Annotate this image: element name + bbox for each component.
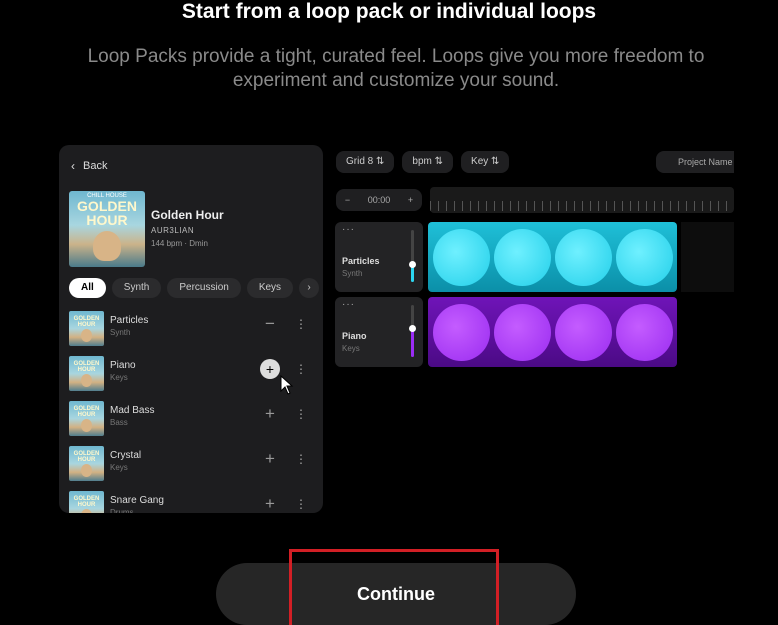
loop-clip[interactable] xyxy=(616,228,673,286)
more-options-icon[interactable]: ··· xyxy=(342,224,355,235)
filter-chip-all[interactable]: All xyxy=(69,278,106,298)
more-options-icon[interactable]: ··· xyxy=(342,299,355,310)
more-options-icon[interactable]: ⋮ xyxy=(295,449,307,469)
remove-loop-button[interactable]: − xyxy=(260,314,280,334)
album-meta: 144 bpm · Dmin xyxy=(151,239,208,248)
more-options-icon[interactable]: ⋮ xyxy=(295,359,307,379)
loop-name: Crystal xyxy=(110,450,142,461)
track-type: Synth xyxy=(342,269,363,278)
more-options-icon[interactable]: ⋮ xyxy=(295,314,307,334)
track-type: Keys xyxy=(342,344,360,353)
back-button[interactable]: ‹ Back xyxy=(71,159,107,173)
loop-name: Piano xyxy=(110,360,136,371)
track-header-piano[interactable]: ··· Piano Keys xyxy=(335,297,423,367)
bpm-select[interactable]: bpm ⇅ xyxy=(402,151,454,173)
album-art-text: GOLDEN HOUR xyxy=(77,198,137,228)
add-loop-button[interactable]: + xyxy=(260,404,280,424)
key-select[interactable]: Key ⇅ xyxy=(461,151,510,173)
filter-chip-keys[interactable]: Keys xyxy=(246,278,294,298)
loop-clip[interactable] xyxy=(494,228,551,286)
chevron-updown-icon: ⇅ xyxy=(491,156,500,167)
page-title: Start from a loop pack or individual loo… xyxy=(181,0,597,23)
chevron-left-icon: ‹ xyxy=(71,159,75,173)
loop-clip[interactable] xyxy=(555,228,612,286)
loop-clip[interactable] xyxy=(616,303,673,361)
track-lane-particles[interactable] xyxy=(428,222,677,292)
list-item[interactable]: GOLDEN HOUR Snare Gang Drums + ⋮ xyxy=(69,491,319,513)
album-title: Golden Hour xyxy=(151,208,224,222)
more-options-icon[interactable]: ⋮ xyxy=(295,404,307,424)
loop-thumbnail: GOLDEN HOUR xyxy=(69,356,104,391)
chevron-updown-icon: ⇅ xyxy=(376,156,385,167)
list-item[interactable]: GOLDEN HOUR Crystal Keys + ⋮ xyxy=(69,446,319,491)
track-name: Particles xyxy=(342,256,380,266)
filter-chip-synth[interactable]: Synth xyxy=(111,278,162,298)
add-loop-button[interactable]: + xyxy=(260,449,280,469)
loop-clip[interactable] xyxy=(494,303,551,361)
add-loop-button[interactable]: + xyxy=(260,359,280,379)
list-item[interactable]: GOLDEN HOUR Mad Bass Bass + ⋮ xyxy=(69,401,319,446)
loop-thumbnail: GOLDEN HOUR xyxy=(69,446,104,481)
loop-clip[interactable] xyxy=(433,303,490,361)
loop-list: GOLDEN HOUR Particles Synth − ⋮ GOLDEN H… xyxy=(69,311,319,513)
loop-name: Particles xyxy=(110,315,149,326)
volume-slider[interactable] xyxy=(411,230,414,282)
track-header-particles[interactable]: ··· Particles Synth xyxy=(335,222,423,292)
loop-type: Bass xyxy=(110,418,128,427)
album-art: CHILL HOUSE GOLDEN HOUR xyxy=(69,191,145,267)
add-loop-button[interactable]: + xyxy=(260,494,280,513)
loop-type: Drums xyxy=(110,508,134,513)
volume-knob[interactable] xyxy=(409,325,416,333)
list-item[interactable]: GOLDEN HOUR Piano Keys + ⋮ xyxy=(69,356,319,401)
annotation-highlight-box xyxy=(289,549,499,625)
track-name: Piano xyxy=(342,331,367,341)
loop-type: Synth xyxy=(110,328,131,337)
more-options-icon[interactable]: ⋮ xyxy=(295,494,307,513)
loop-pack-panel: ‹ Back CHILL HOUSE GOLDEN HOUR Golden Ho… xyxy=(59,145,323,513)
time-display: 00:00 xyxy=(367,195,391,205)
loop-thumbnail: GOLDEN HOUR xyxy=(69,491,104,513)
time-increment-button[interactable]: + xyxy=(408,195,413,205)
time-decrement-button[interactable]: − xyxy=(345,195,350,205)
loop-type: Keys xyxy=(110,463,128,472)
grid-select[interactable]: Grid 8 ⇅ xyxy=(336,151,395,173)
album-art-figure xyxy=(93,231,121,261)
empty-lane[interactable] xyxy=(681,222,734,292)
loop-clip[interactable] xyxy=(555,303,612,361)
chevron-right-icon[interactable]: › xyxy=(299,278,320,298)
track-lane-piano[interactable] xyxy=(428,297,677,367)
page-subtitle: Loop Packs provide a tight, curated feel… xyxy=(87,46,705,91)
project-name-input[interactable]: Project Name xyxy=(656,151,734,173)
back-label: Back xyxy=(83,160,108,172)
album-artist: AUR3LIAN xyxy=(151,226,195,235)
volume-knob[interactable] xyxy=(409,260,416,268)
loop-thumbnail: GOLDEN HOUR xyxy=(69,311,104,346)
loop-type: Keys xyxy=(110,373,128,382)
list-item[interactable]: GOLDEN HOUR Particles Synth − ⋮ xyxy=(69,311,319,356)
chevron-updown-icon: ⇅ xyxy=(434,156,444,167)
filter-chip-percussion[interactable]: Percussion xyxy=(167,278,241,298)
loop-name: Mad Bass xyxy=(110,405,155,416)
time-control: − 00:00 + xyxy=(336,189,422,211)
timeline-ruler[interactable] xyxy=(430,187,734,213)
loop-name: Snare Gang xyxy=(110,495,164,506)
loop-thumbnail: GOLDEN HOUR xyxy=(69,401,104,436)
editor-toolbar: Grid 8 ⇅ bpm ⇅ Key ⇅ xyxy=(336,151,510,173)
filter-chips: All Synth Percussion Keys › xyxy=(69,278,320,298)
loop-clip[interactable] xyxy=(433,228,490,286)
mouse-cursor-icon xyxy=(280,375,294,395)
